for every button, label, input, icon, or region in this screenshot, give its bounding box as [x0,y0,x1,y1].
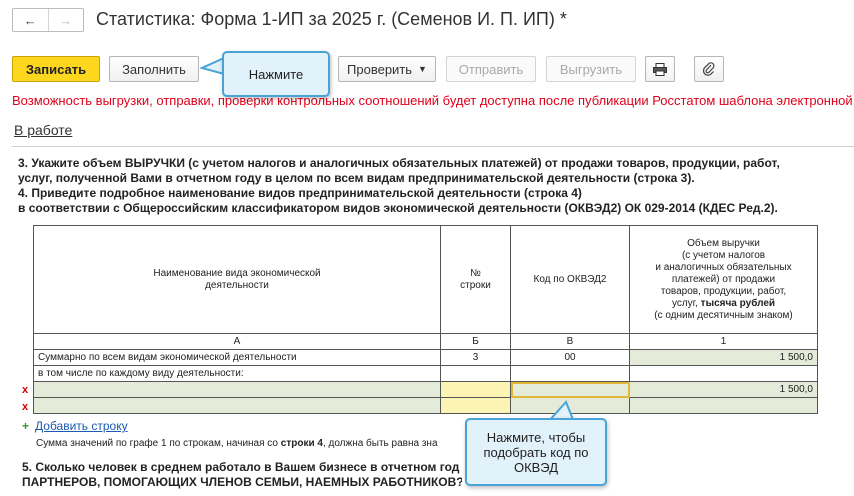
question-3-line1: 3. Укажите объем ВЫРУЧКИ (с учетом налог… [18,156,780,170]
question-5: 5. Сколько человек в среднем работало в … [22,460,462,490]
header-revenue-line7: (с одним десятичным знаком) [654,309,793,321]
sub-header-label: в том числе по каждому виду деятельности… [33,365,441,382]
history-nav: ← → [12,8,84,32]
divider [12,146,854,147]
status-link[interactable]: В работе [14,122,72,138]
sum-note-prefix: Сумма значений по графе 1 по строкам, на… [36,438,281,449]
activity-table: Наименование вида экономической деятельн… [33,225,818,414]
question-4-line2: в соответствии с Общероссийским классифи… [18,201,778,215]
send-button[interactable]: Отправить [446,56,536,82]
arrow-right-icon: → [59,12,73,28]
printer-icon [653,62,667,76]
window-title: Статистика: Форма 1-ИП за 2025 г. (Семен… [96,9,567,29]
add-row-label: Добавить строку [35,419,128,433]
header-okved: Код по ОКВЭД2 [510,225,630,334]
header-activity-name-line1: Наименование вида экономической [153,267,321,279]
publication-warning: Возможность выгрузки, отправки, проверки… [12,93,853,108]
empty-cell [510,365,630,382]
forward-button[interactable]: → [47,9,84,31]
table-row: 1 500,0 [33,381,818,398]
empty-cell [629,365,818,382]
back-button[interactable]: ← [13,9,48,31]
save-button[interactable]: Записать [12,56,100,82]
header-activity-name-line2: деятельности [205,279,269,291]
question-5-line2: ПАРТНЕРОВ, ПОМОГАЮЩИХ ЧЛЕНОВ СЕМЬИ, НАЕМ… [22,475,462,489]
form-body: 3. Укажите объем ВЫРУЧКИ (с учетом налог… [18,156,854,216]
header-row-number: № строки [440,225,511,334]
print-button[interactable] [645,56,675,82]
total-row-okved: 00 [510,349,630,366]
question-3-line2: услуг, полученной Вами в отчетном году в… [18,171,695,185]
add-row-link[interactable]: + Добавить строку [22,419,128,433]
sum-note-bold: строки 4 [280,438,323,449]
sub-header-row: в том числе по каждому виду деятельности… [33,365,818,382]
paperclip-icon [703,62,715,76]
chevron-down-icon: ▼ [418,64,427,74]
activity-name-cell[interactable] [33,397,441,414]
column-letter: В [510,333,630,350]
question-5-line1: 5. Сколько человек в среднем работало в … [22,460,460,474]
sum-note: Сумма значений по графе 1 по строкам, на… [36,438,438,449]
delete-row-icon[interactable]: x [22,401,28,413]
table-row [33,397,818,414]
header-revenue-line5: товаров, продукции, работ, [660,285,787,297]
header-revenue-line4: платежей) от продажи [671,273,776,285]
delete-row-icon[interactable]: x [22,384,28,396]
header-activity-name: Наименование вида экономической деятельн… [33,225,441,334]
header-row-number-line1: № [470,267,481,279]
activity-name-cell[interactable] [33,381,441,398]
row-number-cell[interactable] [440,397,511,414]
revenue-cell[interactable] [629,397,818,414]
sum-note-suffix: , должна быть равна зна [322,438,438,449]
fill-button[interactable]: Заполнить [109,56,199,82]
total-row: Суммарно по всем видам экономической дея… [33,349,818,366]
tooltip-click-fill: Нажмите [222,51,330,97]
column-letters-row: А Б В 1 [33,333,818,350]
header-row-number-line2: строки [460,279,491,291]
check-button[interactable]: Проверить ▼ [338,56,436,82]
row-number-cell[interactable] [440,381,511,398]
okved-code-cell[interactable] [510,381,630,398]
header-revenue-line6a: услуг, [671,297,701,309]
header-revenue: Объем выручки (с учетом налогов и аналог… [629,225,818,334]
plus-icon: + [22,419,30,433]
empty-cell [440,365,511,382]
header-revenue-line2: (с учетом налогов [681,249,766,261]
tooltip-pick-okved: Нажмите, чтобы подобрать код по ОКВЭД [465,418,607,486]
header-revenue-line3: и аналогичных обязательных [655,261,792,273]
total-row-value: 1 500,0 [629,349,818,366]
column-letter: Б [440,333,511,350]
column-letter: А [33,333,441,350]
header-revenue-line6: услуг, тысяча рублей [634,298,813,310]
header-revenue-line1: Объем выручки [687,237,760,249]
total-row-number: 3 [440,349,511,366]
attach-button[interactable] [694,56,724,82]
header-revenue-unit: тысяча рублей [700,297,776,309]
upload-button[interactable]: Выгрузить [546,56,636,82]
column-letter: 1 [629,333,818,350]
arrow-left-icon: ← [23,12,37,28]
question-4-line1: 4. Приведите подробное наименование видо… [18,186,582,200]
check-button-label: Проверить [347,61,413,77]
total-row-name: Суммарно по всем видам экономической дея… [33,349,441,366]
revenue-cell[interactable]: 1 500,0 [629,381,818,398]
